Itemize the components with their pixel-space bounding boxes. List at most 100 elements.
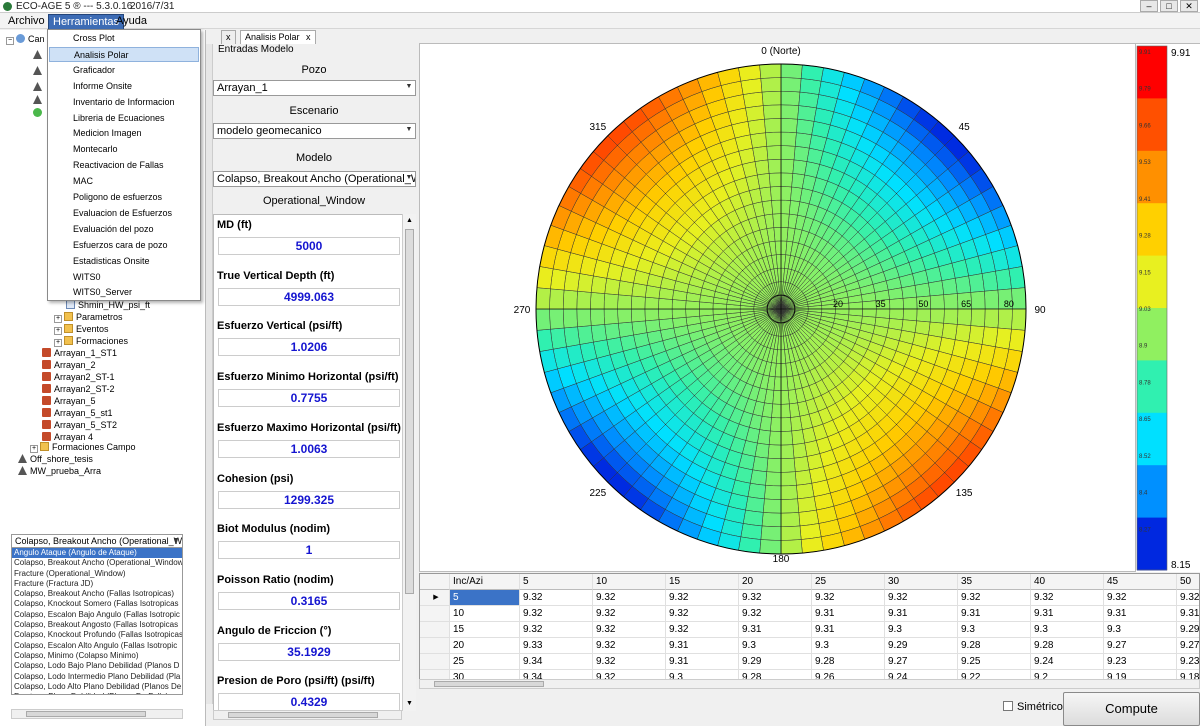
- expand-icon[interactable]: +: [54, 339, 62, 347]
- list-item[interactable]: Angulo Ataque (Angulo de Ataque): [12, 548, 182, 559]
- table-cell[interactable]: 9.32: [593, 606, 666, 622]
- chevron-down-icon[interactable]: ▼: [404, 82, 414, 92]
- table-cell[interactable]: 9.32: [1031, 590, 1104, 606]
- table-cell[interactable]: 9.32: [812, 590, 885, 606]
- table-cell[interactable]: 9.29: [885, 638, 958, 654]
- row-selector[interactable]: [420, 638, 450, 654]
- menu-item[interactable]: Reactivacion de Fallas: [49, 158, 199, 173]
- table-cell[interactable]: 9.31: [812, 622, 885, 638]
- table-cell[interactable]: 9.32: [666, 606, 739, 622]
- expand-icon[interactable]: +: [30, 445, 38, 453]
- table-cell[interactable]: 9.3: [885, 622, 958, 638]
- column-header[interactable]: 10: [593, 574, 666, 590]
- table-cell[interactable]: 9.32: [1104, 590, 1177, 606]
- list-item[interactable]: Fracture (Operational_Window): [12, 569, 182, 579]
- column-header[interactable]: 20: [739, 574, 812, 590]
- tree-item[interactable]: Arrayan2_ST-2: [42, 384, 115, 395]
- parameters-vertical-scrollbar[interactable]: ▲ ▼: [402, 214, 416, 711]
- row-selector[interactable]: [420, 654, 450, 670]
- scroll-thumb[interactable]: [26, 711, 146, 717]
- table-cell[interactable]: 9.32: [885, 590, 958, 606]
- menu-item[interactable]: Cross Plot: [49, 31, 199, 46]
- table-cell[interactable]: 9.32: [520, 590, 593, 606]
- close-icon[interactable]: x: [306, 32, 311, 42]
- table-cell-inc[interactable]: 25: [450, 654, 520, 670]
- table-cell[interactable]: 9.3: [812, 638, 885, 654]
- menu-item[interactable]: Esfuerzos cara de pozo: [49, 238, 199, 253]
- param-value-field[interactable]: 35.1929: [218, 642, 400, 661]
- expand-icon[interactable]: +: [54, 327, 62, 335]
- list-item[interactable]: Colapso, Knockout Profundo (Fallas Isotr…: [12, 630, 182, 640]
- table-cell-inc[interactable]: 15: [450, 622, 520, 638]
- menu-item[interactable]: Poligono de esfuerzos: [49, 190, 199, 205]
- list-item[interactable]: Colapso, Breakout Ancho (Operational_Win…: [12, 558, 182, 568]
- menu-ayuda[interactable]: Ayuda: [112, 14, 151, 28]
- param-value-field[interactable]: 1: [218, 541, 400, 560]
- close-window-button[interactable]: ✕: [1180, 0, 1198, 12]
- param-value-field[interactable]: 0.4329: [218, 693, 400, 710]
- expand-icon[interactable]: +: [54, 315, 62, 323]
- list-item[interactable]: Fracture, Plano Debilidad (Planos De Fal…: [12, 692, 182, 694]
- row-selector[interactable]: [420, 622, 450, 638]
- checkbox-icon[interactable]: [1003, 701, 1013, 711]
- left-horizontal-scrollbar[interactable]: [11, 709, 183, 719]
- tree-item[interactable]: Off_shore_tesis: [18, 454, 93, 465]
- table-horizontal-scrollbar[interactable]: [419, 679, 1200, 689]
- table-cell[interactable]: 9.31: [666, 654, 739, 670]
- column-header[interactable]: 40: [1031, 574, 1104, 590]
- table-cell[interactable]: 9.32: [520, 606, 593, 622]
- table-cell[interactable]: 9.32: [958, 590, 1031, 606]
- table-cell[interactable]: 9.3: [739, 638, 812, 654]
- scroll-up-icon[interactable]: ▲: [404, 215, 415, 226]
- table-cell-inc[interactable]: 20: [450, 638, 520, 654]
- menu-item[interactable]: Inventario de Informacion: [49, 95, 199, 110]
- table-cell[interactable]: 9.32: [593, 638, 666, 654]
- compute-button[interactable]: Compute: [1063, 692, 1200, 726]
- table-cell[interactable]: 9.31: [812, 606, 885, 622]
- collapse-icon[interactable]: −: [6, 37, 14, 45]
- table-cell[interactable]: 9.28: [812, 654, 885, 670]
- list-item[interactable]: Colapso, Breakout Angosto (Fallas Isotro…: [12, 620, 182, 630]
- table-cell[interactable]: 9.27: [885, 654, 958, 670]
- column-header[interactable]: 5: [520, 574, 593, 590]
- table-cell[interactable]: 9.32: [739, 606, 812, 622]
- table-cell[interactable]: 9.25: [958, 654, 1031, 670]
- table-cell[interactable]: 9.28: [1031, 638, 1104, 654]
- table-cell[interactable]: 9.31: [1031, 606, 1104, 622]
- table-cell[interactable]: 9.31: [666, 638, 739, 654]
- table-cell[interactable]: 9.23: [1177, 654, 1199, 670]
- table-cell[interactable]: 9.32: [1177, 590, 1199, 606]
- param-value-field[interactable]: 1.0206: [218, 338, 400, 357]
- table-cell[interactable]: 9.32: [739, 590, 812, 606]
- param-value-field[interactable]: 1.0063: [218, 439, 400, 458]
- table-cell[interactable]: 9.29: [739, 654, 812, 670]
- table-cell[interactable]: 9.34: [520, 654, 593, 670]
- modelo-select[interactable]: Colapso, Breakout Ancho (Operational_Wir…: [213, 171, 416, 187]
- column-header[interactable]: 15: [666, 574, 739, 590]
- param-value-field[interactable]: 4999.063: [218, 287, 400, 306]
- tree-item[interactable]: MW_prueba_Arra: [18, 466, 101, 477]
- table-cell[interactable]: 9.27: [1177, 638, 1199, 654]
- table-cell-inc[interactable]: 10: [450, 606, 520, 622]
- scroll-down-icon[interactable]: ▼: [404, 698, 415, 709]
- minimize-button[interactable]: –: [1140, 0, 1158, 12]
- table-cell[interactable]: 9.23: [1104, 654, 1177, 670]
- tree-item[interactable]: Arrayan2_ST-1: [42, 372, 115, 383]
- table-cell[interactable]: 9.3: [958, 622, 1031, 638]
- menu-archivo[interactable]: Archivo: [4, 14, 49, 28]
- scroll-thumb[interactable]: [228, 712, 378, 718]
- param-value-field[interactable]: 5000: [218, 237, 400, 255]
- column-header[interactable]: 45: [1104, 574, 1177, 590]
- table-cell[interactable]: 9.31: [1177, 606, 1199, 622]
- menu-item[interactable]: Montecarlo: [49, 142, 199, 157]
- menu-item[interactable]: MAC: [49, 174, 199, 189]
- tree-item[interactable]: + Formaciones: [54, 336, 128, 347]
- param-value-field[interactable]: 0.3165: [218, 591, 400, 610]
- model-type-list[interactable]: Angulo Ataque (Angulo de Ataque) Colapso,…: [11, 547, 183, 695]
- list-item[interactable]: Colapso, Knockout Somero (Fallas Isotrop…: [12, 599, 182, 609]
- scroll-thumb[interactable]: [434, 681, 544, 687]
- table-cell[interactable]: 9.32: [666, 622, 739, 638]
- table-cell[interactable]: 9.3: [1104, 622, 1177, 638]
- table-cell[interactable]: 9.24: [1031, 654, 1104, 670]
- row-selector[interactable]: [420, 606, 450, 622]
